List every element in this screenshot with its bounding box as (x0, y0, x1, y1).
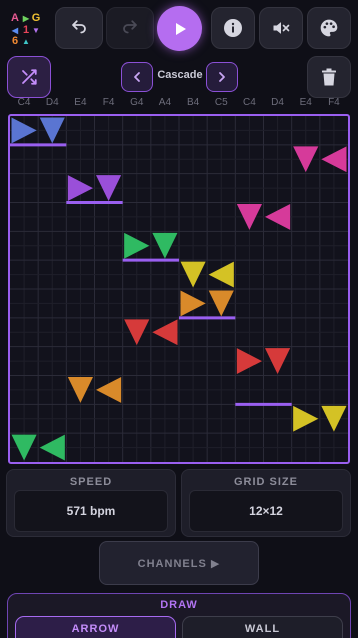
speed-panel: SPEED 571 bpm (6, 469, 176, 537)
palette-button[interactable] (307, 7, 351, 49)
play-button[interactable] (157, 6, 202, 51)
note-label: B4 (186, 97, 200, 108)
note-labels: C4 D4 E4 F4 G4 A4 B4 C5 C4 D4 E4 F4 (6, 97, 358, 111)
sequencer-grid[interactable] (8, 114, 350, 464)
note-label: F4 (328, 97, 340, 108)
redo-button[interactable] (106, 7, 154, 49)
clear-button[interactable] (307, 56, 351, 98)
logo-glyph: ▼ (32, 26, 40, 35)
note-label: C4 (17, 97, 31, 108)
note-label: G4 (130, 97, 144, 108)
undo-icon (72, 20, 86, 34)
palette-icon (320, 19, 338, 37)
play-icon (175, 22, 186, 35)
note-label: D4 (271, 97, 284, 108)
grid-size-panel: GRID SIZE 12×12 (181, 469, 351, 537)
chevron-left-icon (134, 72, 140, 82)
logo-glyph: ◀ (11, 26, 19, 35)
mute-button[interactable] (259, 7, 303, 49)
next-preset-button[interactable] (206, 62, 238, 92)
logo-glyph: A (11, 12, 19, 24)
arrow-mode-button[interactable]: ARROW (15, 616, 176, 638)
note-label: A4 (158, 97, 172, 108)
note-label: F4 (102, 97, 115, 108)
prev-preset-button[interactable] (121, 62, 153, 92)
wall-mode-button[interactable]: WALL (182, 616, 343, 638)
app-logo: A ▶ G ◀ 1 ▼ 6 ▲ (10, 12, 46, 48)
undo-button[interactable] (55, 7, 103, 49)
note-label: C5 (214, 97, 228, 108)
redo-icon (123, 20, 137, 34)
logo-glyph: 6 (12, 35, 18, 47)
logo-glyph: 1 (23, 24, 29, 36)
preset-name: Cascade (157, 69, 203, 81)
note-label: D4 (45, 97, 59, 108)
speed-control[interactable]: 571 bpm (14, 490, 168, 532)
grid-size-label: GRID SIZE (233, 476, 298, 488)
note-label: E4 (299, 97, 312, 108)
grid-canvas[interactable] (10, 116, 348, 462)
mute-icon (273, 22, 290, 34)
info-button[interactable] (211, 7, 255, 49)
grid-size-control[interactable]: 12×12 (189, 490, 343, 532)
logo-glyph: ▲ (22, 37, 30, 46)
trash-icon (322, 68, 336, 86)
draw-panel: DRAW ARROW WALL (7, 593, 351, 638)
note-label: C4 (243, 97, 256, 108)
note-label: E4 (74, 97, 87, 108)
speed-label: SPEED (69, 476, 113, 488)
info-icon (224, 19, 242, 37)
channels-button[interactable]: CHANNELS ▶ (99, 541, 259, 585)
draw-title: DRAW (160, 599, 198, 611)
shuffle-button[interactable] (7, 56, 51, 98)
logo-glyph: ▶ (22, 14, 30, 23)
chevron-right-icon (219, 72, 225, 82)
shuffle-icon (22, 69, 37, 85)
logo-glyph: G (32, 12, 41, 24)
